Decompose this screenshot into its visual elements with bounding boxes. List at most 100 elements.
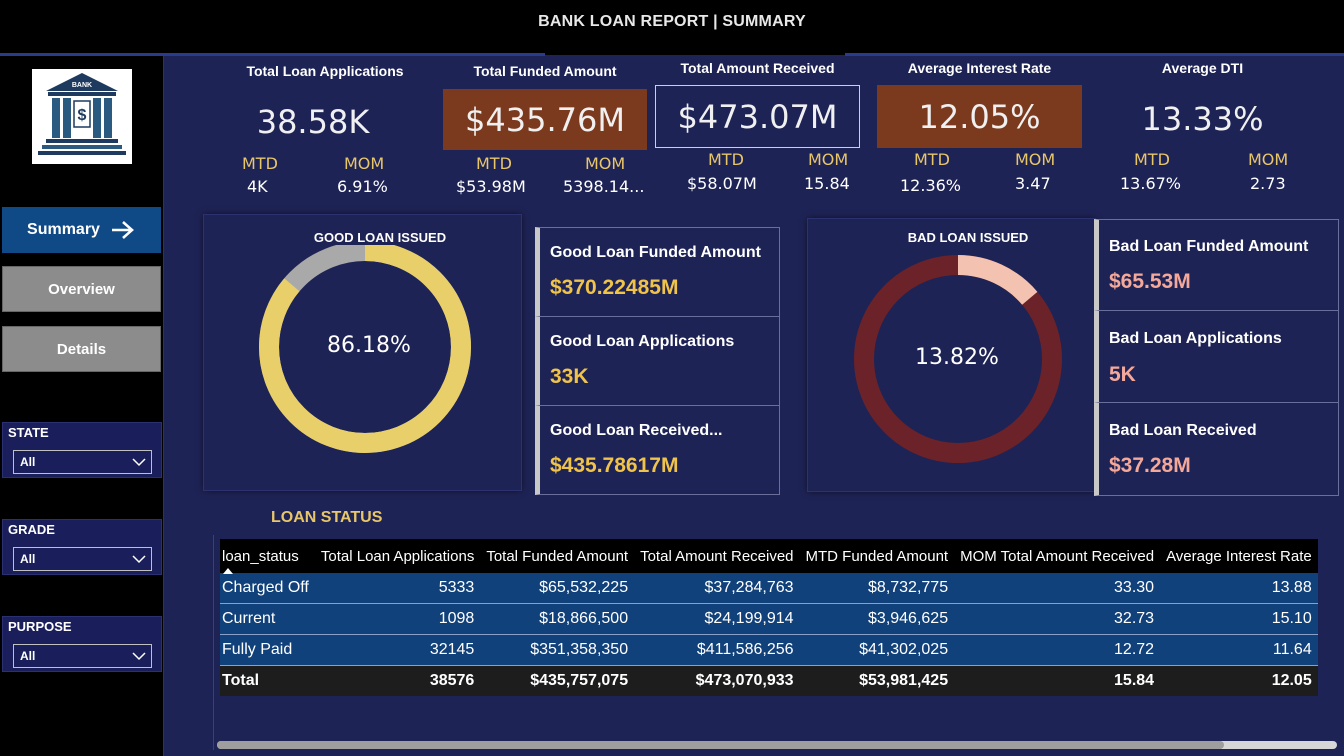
nav-summary-label: Summary (27, 221, 100, 238)
loan-status-table: loan_status Total Loan Applications Tota… (220, 539, 1318, 696)
state-slicer: STATE All (2, 422, 162, 478)
kpi-average-interest-rate: Average Interest Rate 12.05% MTD MOM 12.… (877, 57, 1082, 197)
svg-text:$: $ (78, 107, 87, 124)
good-loan-percent: 86.18% (327, 333, 411, 358)
table-cell: $53,981,425 (799, 665, 955, 696)
loan-status-table-container: loan_status Total Loan Applications Tota… (213, 535, 1344, 750)
column-header-mom-total-amount-received[interactable]: MOM Total Amount Received (954, 539, 1161, 573)
column-header-loan-status[interactable]: loan_status (220, 539, 315, 574)
nav-details-button[interactable]: Details (2, 326, 161, 372)
bad-loan-applications-title: Bad Loan Applications (1109, 330, 1282, 347)
table-cell: 38576 (314, 665, 481, 696)
table-cell: $411,586,256 (634, 634, 800, 666)
kpi-mtd-label: MTD (476, 154, 512, 173)
kpi-label: Total Amount Received (680, 60, 835, 76)
kpi-label: Average Interest Rate (907, 60, 1052, 76)
header-divider-right (845, 53, 1344, 56)
state-dropdown-value: All (20, 455, 36, 469)
purpose-dropdown[interactable]: All (13, 644, 152, 668)
good-loan-applications-value: 33K (550, 365, 589, 388)
table-cell: $37,284,763 (634, 573, 800, 604)
table-row[interactable]: Charged Off 5333 $65,532,225 $37,284,763… (220, 573, 1318, 604)
column-header-mtd-funded-amount[interactable]: MTD Funded Amount (799, 539, 955, 573)
kpi-mom-label: MOM (1015, 150, 1056, 169)
kpi-value: 38.58K (256, 103, 370, 141)
grade-dropdown[interactable]: All (13, 547, 152, 571)
bad-loan-applications-card: Bad Loan Applications 5K (1094, 310, 1339, 404)
kpi-mom-label: MOM (808, 150, 849, 169)
purpose-slicer: PURPOSE All (2, 616, 162, 672)
kpi-mtd-label: MTD (1134, 150, 1170, 169)
kpi-mtd-value: 4K (247, 177, 268, 196)
kpi-mom-value: 5398.14... (563, 177, 645, 196)
kpi-value: 12.05% (877, 85, 1082, 148)
column-header-average-interest-rate[interactable]: Average Interest Rate (1160, 539, 1318, 573)
good-loan-funded-value: $370.22485M (550, 276, 679, 299)
good-loan-received-card: Good Loan Received... $435.78617M (535, 405, 780, 495)
report-title: BANK LOAN REPORT | SUMMARY (538, 13, 806, 30)
kpi-mom-value: 3.47 (1015, 174, 1051, 193)
horizontal-scrollbar-thumb[interactable] (217, 741, 1224, 749)
kpi-total-amount-received: Total Amount Received $473.07M MTD MOM $… (655, 57, 860, 197)
table-cell: Fully Paid (220, 634, 315, 666)
kpi-mtd-label: MTD (708, 150, 744, 169)
table-cell: 33.30 (954, 573, 1161, 604)
kpi-total-funded-amount: Total Funded Amount $435.76M MTD MOM $53… (443, 60, 647, 200)
kpi-mtd-value: 12.36% (900, 176, 962, 195)
column-header-total-amount-received[interactable]: Total Amount Received (634, 539, 800, 573)
table-cell: 32.73 (954, 603, 1161, 635)
arrow-right-icon (111, 221, 134, 239)
table-cell: $473,070,933 (634, 665, 800, 696)
table-cell: $18,866,500 (480, 603, 635, 635)
good-loan-applications-card: Good Loan Applications 33K (535, 316, 780, 407)
bank-logo: BANK $ (32, 69, 132, 164)
table-cell: $3,946,625 (799, 603, 955, 635)
chevron-down-icon (132, 555, 146, 564)
table-header-row: loan_status Total Loan Applications Tota… (220, 539, 1318, 574)
column-header-total-loan-applications[interactable]: Total Loan Applications (314, 539, 481, 573)
kpi-mom-label: MOM (344, 154, 385, 173)
grade-slicer: GRADE All (2, 519, 162, 575)
kpi-value: $435.76M (443, 89, 647, 150)
kpi-mtd-value: $53.98M (456, 177, 526, 196)
purpose-slicer-label: PURPOSE (8, 619, 72, 634)
table-cell: 32145 (314, 634, 481, 666)
table-row[interactable]: Current 1098 $18,866,500 $24,199,914 $3,… (220, 603, 1318, 635)
table-cell: Charged Off (220, 573, 315, 604)
table-cell: $65,532,225 (480, 573, 635, 604)
nav-summary-button[interactable]: Summary (2, 207, 161, 253)
column-header-label: loan_status (222, 547, 299, 565)
kpi-value: 13.33% (1141, 100, 1264, 138)
state-dropdown[interactable]: All (13, 450, 152, 474)
nav-overview-button[interactable]: Overview (2, 266, 161, 312)
table-total-row: Total 38576 $435,757,075 $473,070,933 $5… (220, 665, 1318, 696)
good-loan-applications-title: Good Loan Applications (550, 333, 735, 350)
grade-dropdown-value: All (20, 552, 36, 566)
kpi-mtd-value: $58.07M (687, 174, 757, 193)
table-cell: 11.64 (1160, 634, 1318, 666)
bad-loan-funded-value: $65.53M (1109, 270, 1191, 293)
table-cell: 15.84 (954, 665, 1161, 696)
good-loan-funded-title: Good Loan Funded Amount (550, 244, 761, 261)
bank-logo-icon: BANK $ (38, 73, 126, 155)
bad-loan-title: BAD LOAN ISSUED (907, 230, 1029, 245)
report-header: BANK LOAN REPORT | SUMMARY (0, 0, 1344, 55)
column-header-total-funded-amount[interactable]: Total Funded Amount (480, 539, 635, 573)
bad-loan-received-title: Bad Loan Received (1109, 422, 1257, 439)
bad-loan-funded-card: Bad Loan Funded Amount $65.53M (1094, 219, 1339, 312)
table-row[interactable]: Fully Paid 32145 $351,358,350 $411,586,2… (220, 634, 1318, 666)
table-cell: 5333 (314, 573, 481, 604)
purpose-dropdown-value: All (20, 649, 36, 663)
table-cell: $41,302,025 (799, 634, 955, 666)
table-cell: Total (220, 665, 315, 696)
kpi-label: Total Loan Applications (246, 63, 404, 79)
kpi-mom-label: MOM (585, 154, 626, 173)
kpi-mtd-value: 13.67% (1120, 174, 1182, 193)
table-cell: $435,757,075 (480, 665, 635, 696)
kpi-mtd-label: MTD (914, 150, 950, 169)
kpi-value: $473.07M (655, 85, 860, 148)
kpi-mtd-label: MTD (242, 154, 278, 173)
table-cell: $24,199,914 (634, 603, 800, 635)
good-loan-funded-card: Good Loan Funded Amount $370.22485M (535, 227, 780, 318)
kpi-mom-label: MOM (1248, 150, 1289, 169)
